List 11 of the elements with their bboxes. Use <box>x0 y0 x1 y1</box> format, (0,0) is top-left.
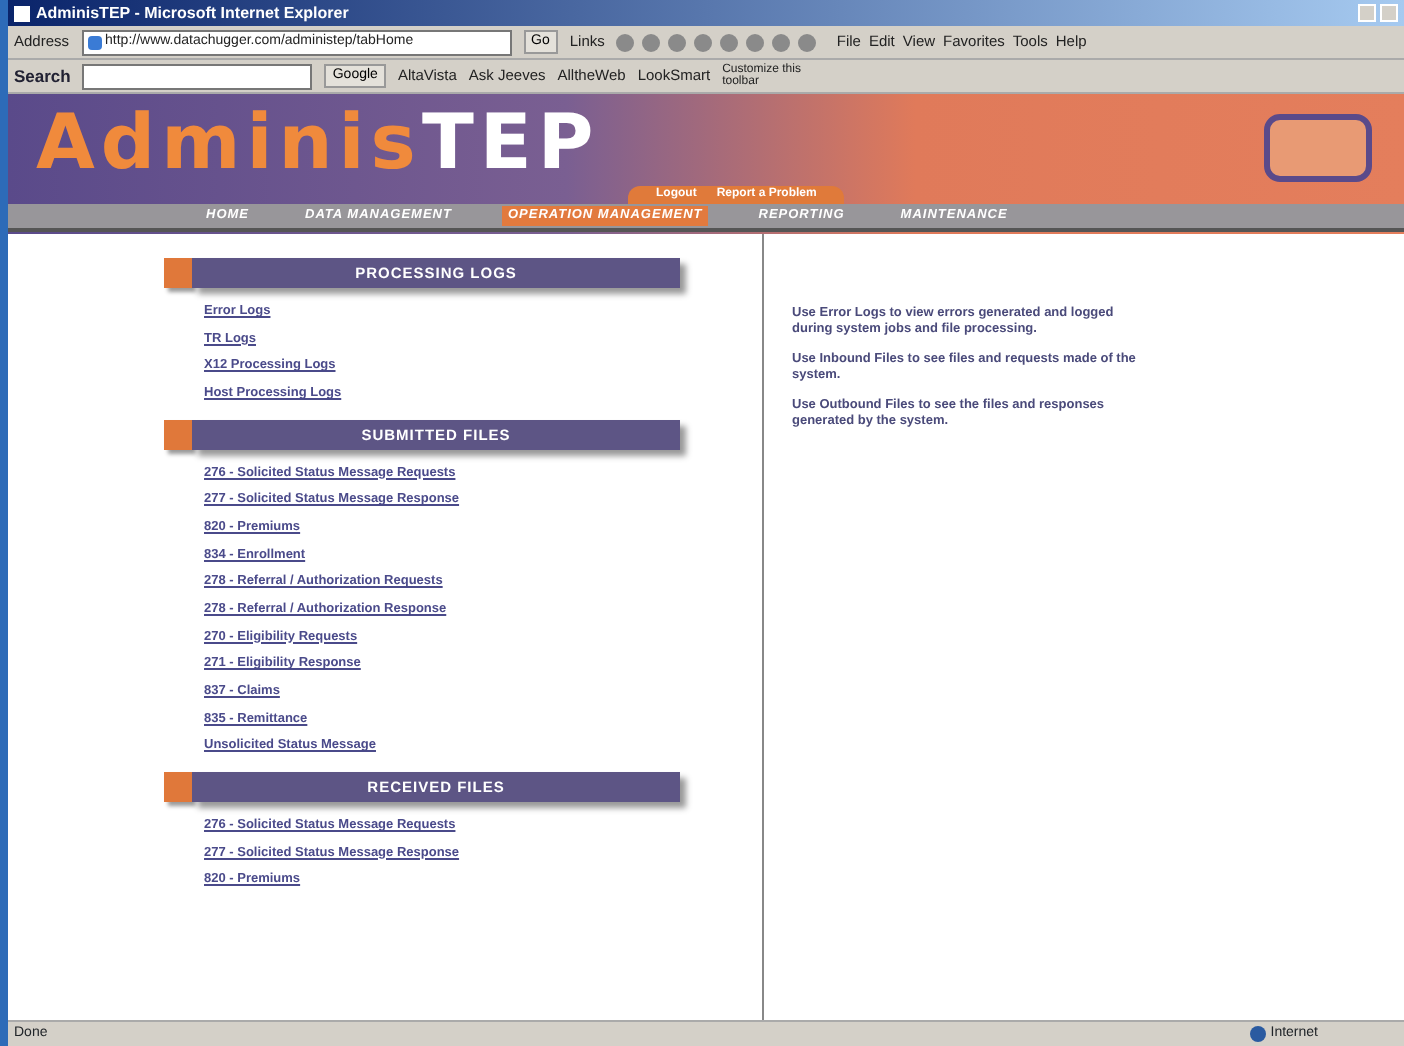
restore-button[interactable] <box>1380 4 1398 22</box>
page-icon <box>87 35 102 49</box>
search-field[interactable] <box>82 63 313 89</box>
section-marker <box>164 419 192 450</box>
window-title: AdminisTEP - Microsoft Internet Explorer <box>36 1 349 25</box>
globe-icon <box>1250 1026 1267 1042</box>
section-marker <box>164 771 192 802</box>
search-label[interactable]: Search <box>14 63 71 89</box>
app-logo: AdminisTEP <box>34 96 600 186</box>
minimize-button[interactable] <box>1358 4 1376 22</box>
section-marker <box>164 258 192 288</box>
